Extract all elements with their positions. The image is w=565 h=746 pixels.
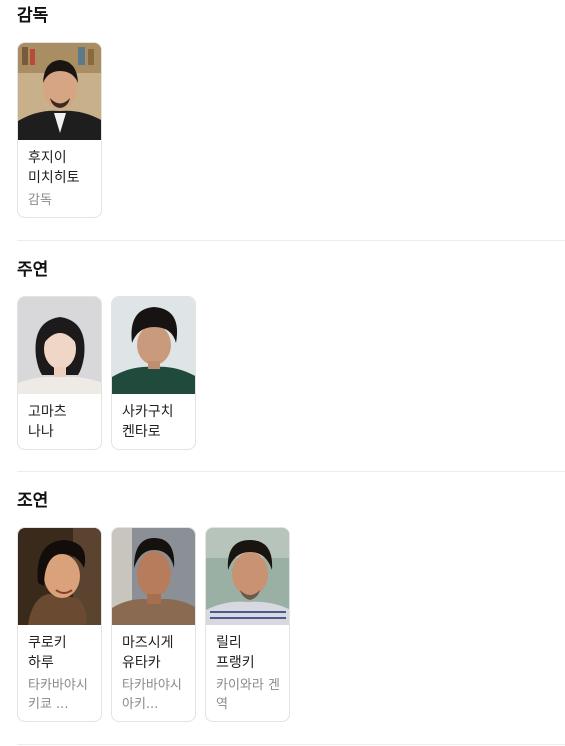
person-card-supporting-1[interactable]: 마즈시게 유타카 타카바야시 아키... <box>111 527 196 722</box>
person-card-lead-1[interactable]: 사카구치 켄타로 <box>111 296 196 450</box>
section-divider <box>17 471 565 472</box>
person-photo <box>112 297 195 394</box>
person-photo <box>206 528 289 625</box>
person-name: 릴리 프랭키 <box>216 635 255 671</box>
person-name: 후지이 미치히토 <box>28 150 80 186</box>
person-name: 사카구치 켄타로 <box>122 404 174 440</box>
section-divider <box>17 240 565 241</box>
section-title-lead: 주연 <box>17 260 49 280</box>
person-role: 타카바야시 아키... <box>122 678 182 712</box>
person-card-director-0[interactable]: 후지이 미치히토 감독 <box>17 42 102 218</box>
person-role: 타카바야시 키쿄 ... <box>28 678 88 712</box>
person-card-lead-0[interactable]: 고마츠 나나 <box>17 296 102 450</box>
section-title-director: 감독 <box>17 6 49 26</box>
person-photo <box>18 528 101 625</box>
person-name: 마즈시게 유타카 <box>122 635 174 671</box>
section-divider <box>17 744 565 745</box>
person-name: 쿠로키 하루 <box>28 635 67 671</box>
person-photo <box>112 528 195 625</box>
person-card-supporting-0[interactable]: 쿠로키 하루 타카바야시 키쿄 ... <box>17 527 102 722</box>
person-photo <box>18 43 101 140</box>
person-role: 감독 <box>28 193 52 208</box>
person-photo <box>18 297 101 394</box>
person-card-supporting-2[interactable]: 릴리 프랭키 카이와라 겐 역 <box>205 527 290 722</box>
section-title-supporting: 조연 <box>17 491 49 511</box>
person-name: 고마츠 나나 <box>28 404 67 440</box>
person-role: 카이와라 겐 역 <box>216 678 280 712</box>
